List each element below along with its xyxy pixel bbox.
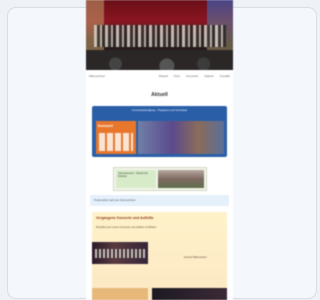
notice-text: Probenarbeit nach den Sommerferien bbox=[94, 199, 136, 202]
event-photo-choir bbox=[95, 249, 145, 258]
nav-links: Aktuell Chor Konzerte Galerie Kontakt bbox=[159, 74, 230, 78]
nav-link[interactable]: Konzerte bbox=[186, 74, 198, 78]
banner-photo bbox=[138, 121, 224, 154]
poster-text: Jahreskonzert – Eintritt frei, Kollekte bbox=[118, 172, 149, 178]
poster-teaser[interactable]: Jahreskonzert – Eintritt frei, Kollekte bbox=[113, 167, 207, 191]
page-title: Aktuell bbox=[151, 92, 168, 98]
logo-text: Konzert bbox=[98, 123, 113, 128]
event-photo-2[interactable] bbox=[92, 288, 148, 300]
nav-link[interactable]: Galerie bbox=[204, 74, 214, 78]
logo-pattern bbox=[99, 133, 133, 151]
event-caption: Konzert Männerchor bbox=[184, 256, 207, 259]
choir-singers bbox=[94, 25, 226, 47]
banner-caption: Konzertankündigung – Programm und Vorver… bbox=[132, 109, 187, 112]
audience-heads bbox=[86, 50, 233, 70]
hero-choir-photo bbox=[86, 0, 233, 70]
nav-link[interactable]: Aktuell bbox=[159, 74, 168, 78]
nav-link[interactable]: Kontakt bbox=[220, 74, 230, 78]
nav-link[interactable]: Chor bbox=[174, 74, 181, 78]
event-photo-3[interactable] bbox=[152, 288, 227, 300]
info-notice: Probenarbeit nach den Sommerferien bbox=[90, 195, 229, 206]
web-page: Männerchor Aktuell Chor Konzerte Galerie… bbox=[86, 0, 233, 300]
events-section: Vergangene Konzerte und Auftritte Rückbl… bbox=[92, 212, 227, 300]
event-photo[interactable] bbox=[92, 242, 148, 264]
concert-banner[interactable]: Konzertankündigung – Programm und Vorver… bbox=[92, 106, 227, 157]
poster-photo bbox=[158, 170, 204, 188]
top-navigation: Männerchor Aktuell Chor Konzerte Galerie… bbox=[86, 72, 233, 80]
events-paragraph: Rückblick auf unsere Konzerte und Auftri… bbox=[96, 226, 157, 229]
events-heading: Vergangene Konzerte und Auftritte bbox=[96, 216, 154, 220]
site-brand[interactable]: Männerchor bbox=[89, 74, 105, 78]
